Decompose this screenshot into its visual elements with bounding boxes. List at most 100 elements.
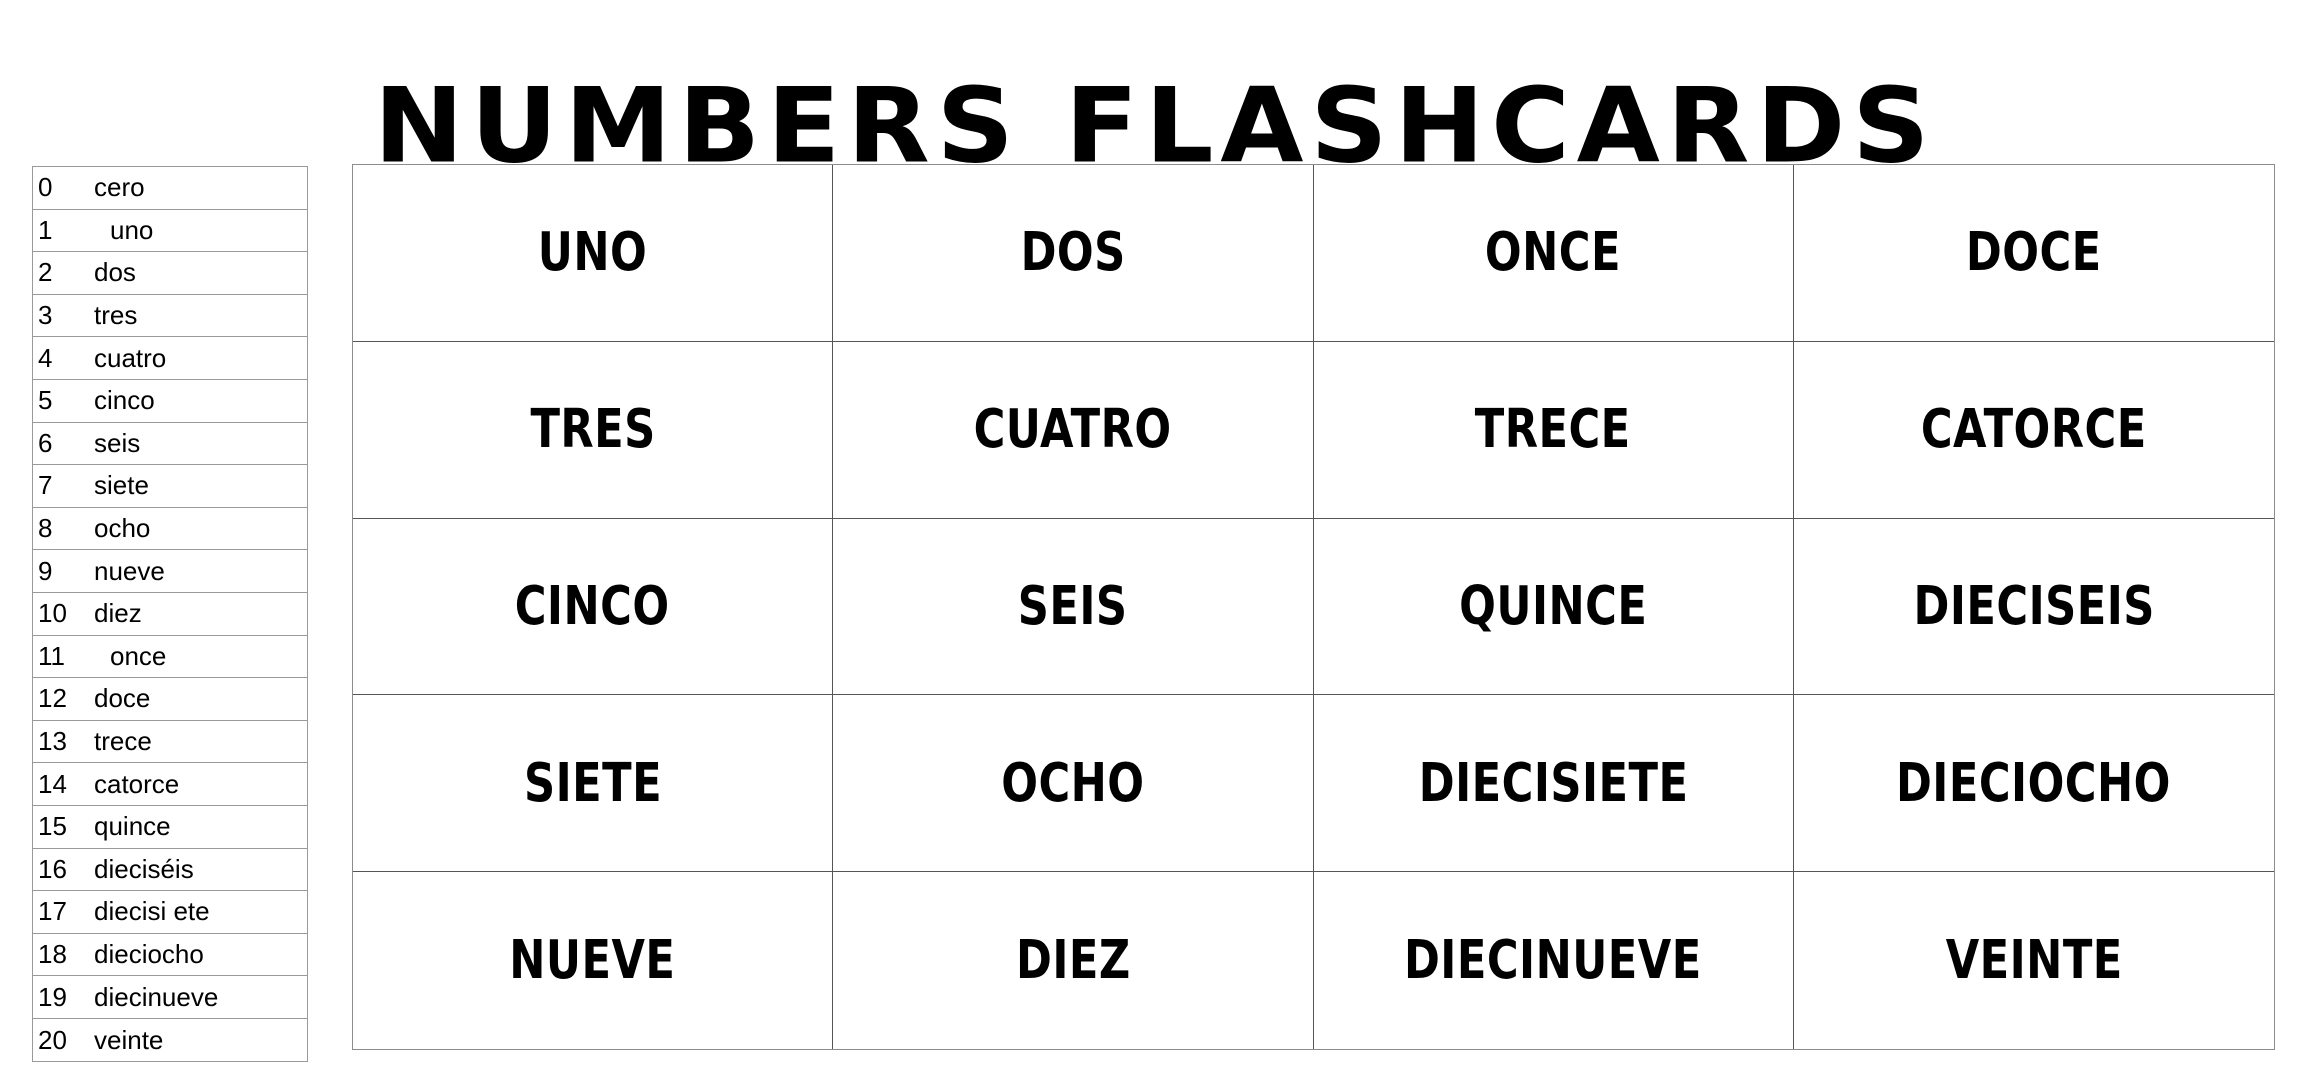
reference-row-word: uno <box>110 214 154 245</box>
reference-row-word: nueve <box>94 555 165 586</box>
reference-row-word: cinco <box>94 385 155 416</box>
flashcard-word: DIECIOCHO <box>1896 751 2172 815</box>
reference-row-word: dieciséis <box>94 853 194 884</box>
reference-number-list: 0 cero 1 uno 2 dos 3 tres 4 cuatro 5 cinco 6 seis 7 sie… <box>32 166 308 1063</box>
flashcard-word: DIEZ <box>1015 929 1131 992</box>
reference-row: 2 dos <box>33 252 307 295</box>
reference-row-number: 12 <box>38 683 67 714</box>
reference-row-number: 0 <box>38 172 53 203</box>
reference-row-word: quince <box>94 811 171 842</box>
reference-row: 1 uno <box>33 210 307 253</box>
flashcard-word: CINCO <box>515 575 671 638</box>
flashcard-cell[interactable]: QUINCE <box>1313 518 1794 696</box>
flashcard-word: DIECINUEVE <box>1404 929 1703 992</box>
reference-row-number: 11 <box>38 640 65 671</box>
flashcard-cell[interactable]: DIECISEIS <box>1793 519 2274 696</box>
flashcard-cell[interactable]: VEINTE <box>1794 872 2274 1049</box>
reference-row: 15 quince <box>33 806 307 849</box>
reference-row-word: cuatro <box>94 342 167 373</box>
reference-row-word: dos <box>94 257 136 288</box>
flashcard-cell[interactable]: TRES <box>353 341 834 519</box>
reference-row-number: 3 <box>38 300 53 331</box>
reference-row-word: dieciocho <box>94 938 204 969</box>
flashcard-word: CATORCE <box>1920 398 2147 462</box>
reference-row: 4 cuatro <box>33 337 307 380</box>
flashcard-cell[interactable]: DIECISIETE <box>1313 695 1794 873</box>
reference-row-word: catorce <box>94 768 180 799</box>
flashcard-cell[interactable]: DOCE <box>1793 165 2274 342</box>
reference-row-number: 10 <box>38 598 67 629</box>
reference-row-number: 16 <box>38 853 67 884</box>
reference-row-word: doce <box>94 683 151 714</box>
flashcard-word: SEIS <box>1017 575 1128 638</box>
reference-row-word: veinte <box>94 1024 164 1055</box>
reference-row-word: tres <box>94 300 138 331</box>
flashcard-cell[interactable]: ONCE <box>1313 165 1794 342</box>
flashcard-cell[interactable]: DOS <box>833 165 1314 342</box>
reference-row-number: 19 <box>38 981 67 1012</box>
flashcard-word: VEINTE <box>1945 929 2123 992</box>
flashcard-cell[interactable]: NUEVE <box>353 872 834 1049</box>
flashcard-word: QUINCE <box>1459 575 1648 638</box>
flashcard-word: ONCE <box>1485 221 1622 285</box>
flashcard-word: CUATRO <box>973 398 1172 462</box>
flashcard-cell[interactable]: DIEZ <box>833 872 1314 1049</box>
reference-row: 10 diez <box>33 593 307 636</box>
reference-row-number: 7 <box>38 470 53 501</box>
flashcard-word: DIECISEIS <box>1913 575 2155 638</box>
reference-row-word: once <box>110 640 167 671</box>
flashcard-word: TRES <box>529 398 656 462</box>
flashcard-word: UNO <box>537 221 648 285</box>
flashcard-cell[interactable]: SEIS <box>833 518 1314 696</box>
flashcard-word: SIETE <box>523 751 662 815</box>
reference-row: 18 dieciocho <box>33 934 307 977</box>
flashcard-word: TRECE <box>1475 398 1632 462</box>
flashcard-cell[interactable]: OCHO <box>833 695 1314 873</box>
reference-row: 12 doce <box>33 678 307 721</box>
reference-row-number: 1 <box>38 214 53 245</box>
reference-row: 3 tres <box>33 295 307 338</box>
reference-row: 13 trece <box>33 721 307 764</box>
reference-row: 20 veinte <box>33 1019 307 1062</box>
reference-row-number: 17 <box>38 896 67 927</box>
flashcard-cell[interactable]: DIECIOCHO <box>1793 695 2274 873</box>
reference-row: 17 diecisi ete <box>33 891 307 934</box>
reference-row-number: 14 <box>38 768 67 799</box>
reference-row-number: 9 <box>38 555 53 586</box>
flashcard-cell[interactable]: CINCO <box>353 518 834 696</box>
reference-row: 16 dieciséis <box>33 849 307 892</box>
reference-row-word: diecisi ete <box>94 896 210 927</box>
reference-row-word: cero <box>94 172 145 203</box>
reference-row-word: ocho <box>94 513 151 544</box>
reference-row-word: diez <box>94 598 142 629</box>
flashcard-cell[interactable]: TRECE <box>1313 341 1794 519</box>
reference-row-word: siete <box>94 470 149 501</box>
flashcard-word: DOS <box>1020 221 1126 285</box>
reference-row: 5 cinco <box>33 380 307 423</box>
reference-row: 14 catorce <box>33 763 307 806</box>
reference-row-word: seis <box>94 427 141 458</box>
reference-row-number: 8 <box>38 513 53 544</box>
reference-row-number: 6 <box>38 427 53 458</box>
reference-row-number: 2 <box>38 257 53 288</box>
flashcard-cell[interactable]: SIETE <box>353 695 834 873</box>
reference-row-number: 13 <box>38 726 67 757</box>
flashcard-word: NUEVE <box>509 929 676 992</box>
flashcard-grid: UNO DOS ONCE DOCE TRES CUATRO TRECE CATORCE CINC… <box>352 164 2275 1050</box>
reference-row: 0 cero <box>33 167 307 210</box>
flashcard-word: DOCE <box>1965 221 2102 285</box>
reference-row-number: 5 <box>38 385 53 416</box>
reference-row-number: 20 <box>38 1024 67 1055</box>
flashcard-cell[interactable]: CATORCE <box>1793 342 2274 519</box>
reference-row-word: diecinueve <box>94 981 219 1012</box>
flashcard-word: OCHO <box>1001 751 1145 815</box>
reference-row-number: 4 <box>38 342 53 373</box>
reference-row-number: 15 <box>38 811 67 842</box>
reference-row-word: trece <box>94 726 152 757</box>
flashcard-cell[interactable]: DIECINUEVE <box>1314 872 1794 1049</box>
reference-row: 6 seis <box>33 423 307 466</box>
reference-row: 11 once <box>33 636 307 679</box>
flashcard-word: DIECISIETE <box>1418 751 1688 815</box>
flashcard-cell[interactable]: UNO <box>353 165 834 342</box>
flashcard-cell[interactable]: CUATRO <box>833 341 1314 519</box>
